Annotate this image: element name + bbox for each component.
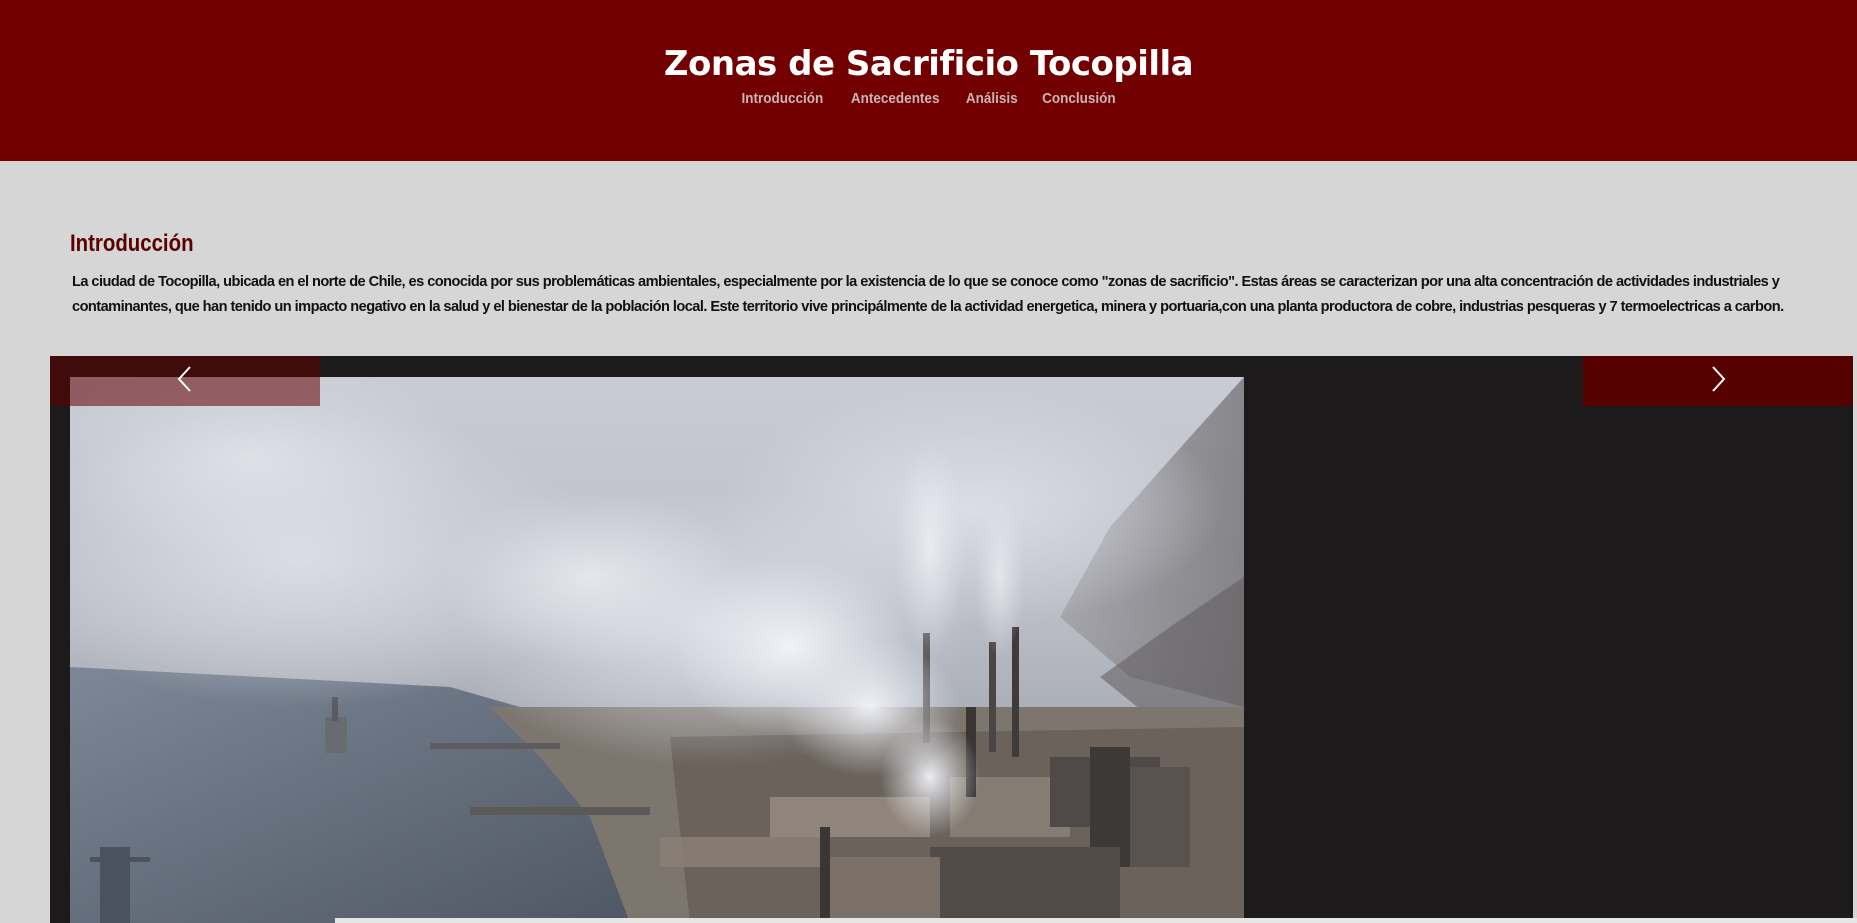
main-nav: Introducción Antecedentes Análisis Concl… xyxy=(0,90,1857,107)
nav-link-conclusion[interactable]: Conclusión xyxy=(1042,90,1116,107)
carousel-next-button[interactable] xyxy=(1583,356,1853,406)
image-carousel xyxy=(50,356,1853,923)
bottom-scroll-strip xyxy=(335,918,1857,923)
intro-heading: Introducción xyxy=(70,230,194,257)
nav-link-analisis[interactable]: Análisis xyxy=(965,90,1017,107)
nav-link-antecedentes[interactable]: Antecedentes xyxy=(851,90,940,107)
carousel-prev-button[interactable] xyxy=(50,356,320,406)
chevron-left-icon xyxy=(175,364,195,399)
site-title: Zonas de Sacrificio Tocopilla xyxy=(663,44,1194,84)
nav-link-introduccion[interactable]: Introducción xyxy=(742,90,824,107)
site-header: Zonas de Sacrificio Tocopilla Introducci… xyxy=(0,0,1857,161)
intro-paragraph: La ciudad de Tocopilla, ubicada en el no… xyxy=(72,274,1784,315)
tocopilla-industrial-photo xyxy=(70,377,1244,923)
chevron-right-icon xyxy=(1708,364,1728,399)
